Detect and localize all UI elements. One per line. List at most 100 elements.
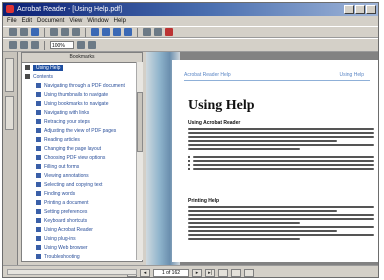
body-text-line <box>188 214 374 216</box>
bookmark-label: Setting preferences <box>44 208 88 215</box>
bookmark-item[interactable]: Adjusting the view of PDF pages <box>22 126 142 135</box>
body-text-line <box>188 238 300 240</box>
tab-bookmarks[interactable] <box>5 58 14 92</box>
hand-tool-icon[interactable] <box>50 28 58 36</box>
bookmark-icon <box>36 110 41 115</box>
bookmark-icon <box>36 92 41 97</box>
bookmark-item[interactable]: Troubleshooting <box>22 252 142 261</box>
print-icon[interactable] <box>20 28 28 36</box>
menu-window[interactable]: Window <box>87 16 108 26</box>
last-page-button[interactable]: ▸| <box>205 269 215 277</box>
close-button[interactable] <box>366 5 376 14</box>
bookmark-icon <box>36 137 41 142</box>
single-page-button[interactable] <box>218 269 228 277</box>
body-text-line <box>188 128 374 130</box>
first-page-icon[interactable] <box>91 28 99 36</box>
bookmark-label: Choosing PDF view options <box>44 154 106 161</box>
bookmark-label: Adjusting the view of PDF pages <box>44 127 117 134</box>
menu-document[interactable]: Document <box>37 16 64 26</box>
continuous-button[interactable] <box>231 269 241 277</box>
bookmark-item[interactable]: Selecting and copying text <box>22 180 142 189</box>
menu-edit[interactable]: Edit <box>22 16 32 26</box>
zoom-field[interactable]: 100% <box>50 41 74 49</box>
facing-button[interactable] <box>244 269 254 277</box>
bookmark-label: Keyboard shortcuts <box>44 217 88 224</box>
bookmark-item[interactable]: Using thumbnails to navigate <box>22 90 142 99</box>
actual-size-icon[interactable] <box>9 41 17 49</box>
section-heading: Using Acrobat Reader <box>188 120 241 126</box>
bookmark-item[interactable]: Using Web browser <box>22 243 142 252</box>
bookmark-icon <box>36 218 41 223</box>
body-text-line <box>188 132 374 134</box>
body-text-line <box>188 140 337 142</box>
fit-width-icon[interactable] <box>31 41 39 49</box>
page-number-field[interactable]: 1 of 162 <box>153 269 189 277</box>
bookmark-item[interactable]: Using plug-ins <box>22 234 142 243</box>
bullet-item <box>188 160 374 162</box>
previous-page-icon[interactable] <box>102 28 110 36</box>
bookmark-item[interactable]: Printing a document <box>22 198 142 207</box>
bookmark-item[interactable]: Retracing your steps <box>22 117 142 126</box>
bookmark-item[interactable]: Viewing annotations <box>22 171 142 180</box>
find-icon[interactable] <box>165 28 173 36</box>
bookmark-icon <box>36 128 41 133</box>
nav-horizontal-scrollbar[interactable] <box>7 269 137 275</box>
title-bar: Acrobat Reader - [Using Help.pdf] <box>3 3 378 16</box>
bookmark-label: Changing the page layout <box>44 145 101 152</box>
bookmark-label: Using Help <box>33 64 64 71</box>
section-heading: Printing Help <box>188 198 220 204</box>
scrollbar-thumb[interactable] <box>137 92 143 152</box>
bookmark-item[interactable]: Keyboard shortcuts <box>22 216 142 225</box>
app-icon <box>6 5 14 13</box>
bookmark-icon <box>36 191 41 196</box>
bookmark-icon <box>36 254 41 259</box>
main-toolbar <box>3 26 378 38</box>
show-navigation-icon[interactable] <box>31 28 39 36</box>
fit-page-icon[interactable] <box>20 41 28 49</box>
bookmark-item[interactable]: Navigating through a PDF document <box>22 81 142 90</box>
page-label: Using Help <box>339 72 364 78</box>
view-toolbar: 100% <box>3 38 378 52</box>
running-header: Acrobat Reader Help <box>184 72 231 78</box>
text-select-icon[interactable] <box>72 28 80 36</box>
bookmark-item[interactable]: Choosing PDF view options <box>22 153 142 162</box>
tab-thumbnails[interactable] <box>5 96 14 130</box>
toolbar-separator <box>137 27 138 37</box>
previous-page-button[interactable]: ◂ <box>140 269 150 277</box>
next-page-button[interactable]: ▸ <box>192 269 202 277</box>
bookmark-item[interactable]: Contents <box>22 72 142 81</box>
menu-file[interactable]: File <box>7 16 17 26</box>
bookmarks-scrollbar[interactable] <box>136 62 143 260</box>
bookmark-label: Contents <box>33 73 54 80</box>
rotate-right-icon[interactable] <box>88 41 96 49</box>
menu-help[interactable]: Help <box>114 16 126 26</box>
bookmark-item[interactable]: Using bookmarks to navigate <box>22 99 142 108</box>
bookmark-item[interactable]: Using Acrobat Reader <box>22 225 142 234</box>
zoom-tool-icon[interactable] <box>61 28 69 36</box>
bookmark-item[interactable]: Reading articles <box>22 135 142 144</box>
go-forward-icon[interactable] <box>154 28 162 36</box>
bookmark-item[interactable]: Finding words <box>22 189 142 198</box>
app-window: Acrobat Reader - [Using Help.pdf] File E… <box>2 2 379 278</box>
maximize-button[interactable] <box>355 5 365 14</box>
menu-bar: File Edit Document View Window Help <box>3 16 378 26</box>
bullet-item <box>188 164 374 166</box>
last-page-icon[interactable] <box>124 28 132 36</box>
next-page-icon[interactable] <box>113 28 121 36</box>
section-using: Using Acrobat Reader <box>188 120 374 172</box>
bookmark-label: Navigating through a PDF document <box>44 82 125 89</box>
body-text-line <box>188 148 300 150</box>
menu-view[interactable]: View <box>69 16 82 26</box>
toolbar-separator <box>44 27 45 37</box>
bookmark-icon <box>36 200 41 205</box>
bookmark-item[interactable]: Navigating with links <box>22 108 142 117</box>
rotate-left-icon[interactable] <box>77 41 85 49</box>
bookmark-item[interactable]: Changing the page layout <box>22 144 142 153</box>
go-back-icon[interactable] <box>143 28 151 36</box>
open-icon[interactable] <box>9 28 17 36</box>
bookmark-item[interactable]: Filling out forms <box>22 162 142 171</box>
bookmark-item[interactable]: Using Help <box>22 63 142 72</box>
section-printing: Printing Help <box>188 198 374 242</box>
bookmark-item[interactable]: Setting preferences <box>22 207 142 216</box>
minimize-button[interactable] <box>344 5 354 14</box>
